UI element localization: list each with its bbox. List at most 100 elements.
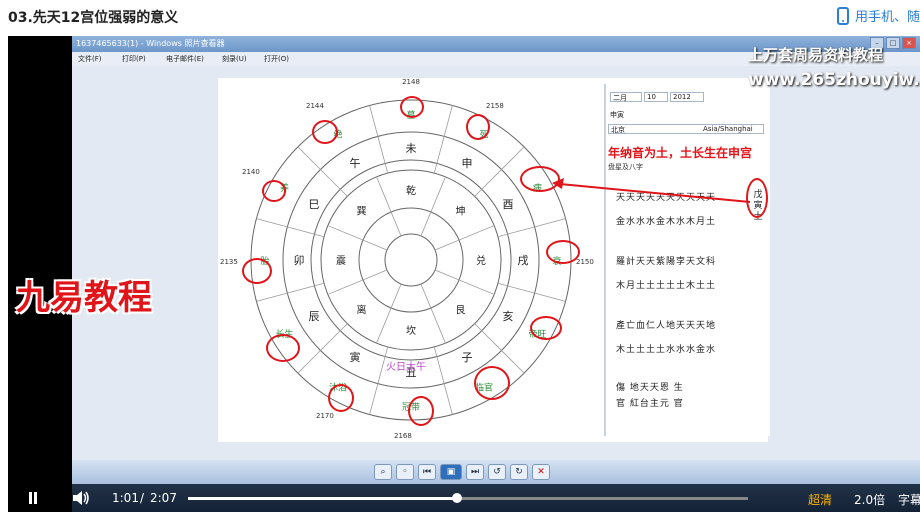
place-label: 申寅 <box>610 111 624 119</box>
photo-viewer-area: 卯巳午未申酉戌亥子丑寅辰胎养绝墓死病衰帝旺 临官 冠带 沐浴 长生乾坤兑艮坎离震巽 21… <box>72 66 920 460</box>
trigram-label: 巽 <box>357 206 367 218</box>
highlight-ring <box>530 316 562 340</box>
highlight-ring <box>312 120 338 144</box>
palace-divider <box>256 282 325 302</box>
palace-label: 辰 <box>309 310 320 323</box>
highlight-ring <box>266 334 300 362</box>
trigram-divider <box>434 269 495 295</box>
star-row-4: 木月土土土土土木土土 <box>616 281 717 291</box>
trigram-divider <box>376 176 402 237</box>
mobile-view-link[interactable]: 用手机、随 <box>836 6 920 25</box>
delete-icon: ✕ <box>532 464 550 480</box>
trigram-label: 兑 <box>476 254 486 267</box>
progress-handle[interactable] <box>451 493 462 503</box>
watermark-title: 上万套周易资料教程 <box>748 46 884 64</box>
degree-label-right: 2150 <box>576 258 594 266</box>
current-time: 1:01 <box>112 491 139 505</box>
palace-label: 寅 <box>350 350 361 364</box>
palace-divider <box>433 346 453 415</box>
highlight-ring <box>546 240 580 264</box>
highlight-ring <box>400 96 424 118</box>
degree-label-left: 2135 <box>220 258 238 266</box>
video-player[interactable]: 1637465633(1) - Windows 照片查看器 – □ × 文件(F… <box>8 36 920 512</box>
palace-label: 酉 <box>502 198 513 211</box>
year-select: 2012 <box>670 92 704 102</box>
annotation-text: 年纳音为土，土长生在申宫 <box>608 146 753 160</box>
photo-viewer-toolbar: ⌕ ◦ ⏮ ▣ ⏭ ↺ ↻ ✕ <box>72 460 920 484</box>
palace-divider <box>297 323 348 374</box>
section-label: 盘星及八字 <box>608 163 643 171</box>
degree-label-top: 2148 <box>402 78 420 86</box>
astrology-wheel: 卯巳午未申酉戌亥子丑寅辰胎养绝墓死病衰帝旺临官冠带沐浴长生乾坤兑艮坎离震巽 21… <box>220 78 594 440</box>
palace-divider <box>369 346 389 415</box>
trigram-divider <box>420 176 446 237</box>
degree-label-lower-left: 2170 <box>316 412 334 420</box>
star-row-2: 金水水水金木水木月土 <box>616 217 717 227</box>
fit-icon: ◦ <box>396 464 414 480</box>
trigram-divider <box>376 283 402 344</box>
highlight-ring <box>242 258 272 284</box>
star-row-6: 木土土土土水水水金水 <box>616 345 717 355</box>
watermark-url: www.265zhouyiw.com <box>748 70 920 90</box>
palace-divider <box>369 105 389 174</box>
course-header: 03.先天12宫位强弱的意义 用手机、随 <box>0 0 920 36</box>
progress-bar[interactable] <box>188 493 748 503</box>
degree-label-upper-left: 2144 <box>306 102 324 110</box>
course-title: 03.先天12宫位强弱的意义 <box>8 10 179 26</box>
trigram-divider <box>327 225 388 251</box>
menu-burn: 刻录(U) <box>222 55 247 63</box>
player-controls: 1:01 / 2:07 超清 2.0倍 字幕 <box>8 484 920 512</box>
palace-label: 亥 <box>502 309 513 323</box>
brand-logo-overlay: 九易教程 <box>16 278 152 318</box>
palace-label: 申 <box>462 157 473 170</box>
palace-divider <box>256 218 325 238</box>
menu-email: 电子邮件(E) <box>166 55 204 63</box>
mobile-view-label: 用手机、随 <box>854 10 920 25</box>
trigram-divider <box>434 225 495 251</box>
previous-icon: ⏮ <box>418 464 436 480</box>
window-title: 1637465633(1) - Windows 照片查看器 <box>76 39 225 48</box>
volume-icon[interactable] <box>72 490 90 506</box>
highlight-ring <box>474 366 510 400</box>
pause-icon[interactable] <box>28 492 38 504</box>
degree-label-left-upper: 2140 <box>242 168 260 176</box>
slideshow-icon: ▣ <box>440 464 462 480</box>
speed-button[interactable]: 2.0倍 <box>854 491 885 508</box>
menu-file: 文件(F) <box>78 55 102 63</box>
annotation-arrow <box>552 178 751 203</box>
month-select: 二月 <box>610 92 642 102</box>
degree-label-upper-right: 2158 <box>486 102 504 110</box>
highlight-ring <box>262 180 286 202</box>
star-row-7: 傷 地天天恩 生 <box>616 383 684 393</box>
close-icon: × <box>902 37 916 49</box>
subtitle-button[interactable]: 字幕 <box>898 491 920 508</box>
trigram-label: 离 <box>357 303 367 316</box>
duration: 2:07 <box>150 491 177 505</box>
rotate-left-icon: ↺ <box>488 464 506 480</box>
quality-button[interactable]: 超清 <box>808 491 832 508</box>
trigram-divider <box>420 283 446 344</box>
trigram-label: 震 <box>336 255 346 267</box>
city-select: 北京 Asia/Shanghai <box>608 124 764 134</box>
phone-icon <box>836 6 849 25</box>
palace-label: 午 <box>350 157 361 170</box>
star-row-5: 產亡血仁人地天天天地 <box>616 321 717 331</box>
palace-divider <box>433 105 453 174</box>
day-select: 10 <box>644 92 668 102</box>
highlight-ring <box>466 114 490 140</box>
palace-divider <box>497 282 566 302</box>
menu-print: 打印(P) <box>122 55 146 63</box>
palace-divider <box>474 323 525 374</box>
palace-label: 戌 <box>518 254 529 267</box>
degree-label-bottom: 2168 <box>394 432 412 440</box>
zoom-icon: ⌕ <box>374 464 392 480</box>
palace-label: 未 <box>406 142 417 155</box>
progress-fill <box>188 497 457 500</box>
next-icon: ⏭ <box>466 464 484 480</box>
time-separator: / <box>140 491 145 505</box>
palace-divider <box>474 146 525 197</box>
trigram-label: 坎 <box>406 324 416 337</box>
menu-open: 打开(O) <box>264 55 289 63</box>
trigram-label: 坤 <box>455 205 465 218</box>
star-row-3: 羅計天天紫陽孛天文科 <box>616 257 717 267</box>
